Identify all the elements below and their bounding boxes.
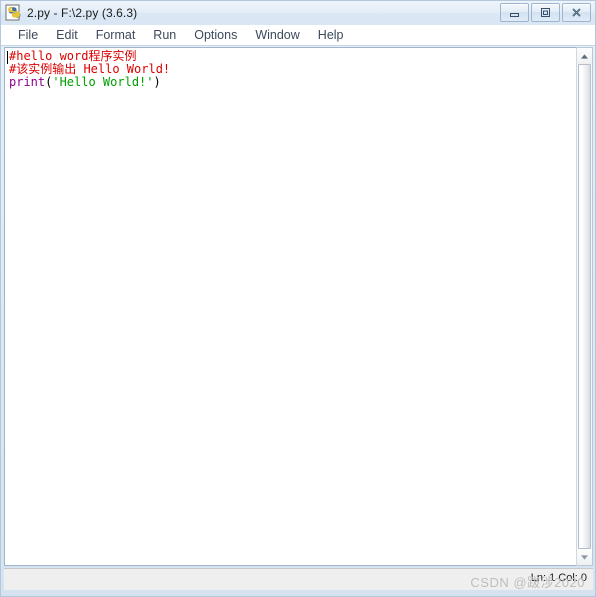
- maximize-icon: [541, 8, 550, 17]
- window-controls: [500, 3, 591, 22]
- menu-item-edit[interactable]: Edit: [47, 25, 87, 45]
- editor-frame: #hello word程序实例 #该实例输出 Hello World! prin…: [4, 47, 576, 566]
- scroll-down-icon: [581, 554, 588, 560]
- text-caret: [7, 51, 8, 64]
- code-text-area[interactable]: #hello word程序实例 #该实例输出 Hello World! prin…: [5, 48, 576, 565]
- close-icon: [572, 8, 581, 17]
- status-bar: Ln: 1 Col: 0 CSDN @跋涉2020: [4, 568, 593, 590]
- minimize-icon: [510, 13, 519, 17]
- code-token-plain: ): [153, 74, 161, 89]
- code-token-builtin: print: [9, 74, 46, 89]
- code-token-comment: #hello word程序实例: [9, 49, 137, 63]
- scroll-up-button[interactable]: [577, 48, 592, 64]
- menu-item-file[interactable]: File: [9, 25, 47, 45]
- code-token-comment: #该实例输出 Hello World!: [9, 61, 171, 76]
- maximize-button[interactable]: [531, 3, 560, 22]
- window-title: 2.py - F:\2.py (3.6.3): [27, 6, 138, 20]
- title-bar[interactable]: 2.py - F:\2.py (3.6.3): [1, 1, 595, 25]
- menu-item-format[interactable]: Format: [87, 25, 145, 45]
- source-code: #hello word程序实例 #该实例输出 Hello World! prin…: [6, 50, 576, 89]
- editor-region: #hello word程序实例 #该实例输出 Hello World! prin…: [1, 46, 595, 566]
- menu-item-window[interactable]: Window: [246, 25, 308, 45]
- scroll-up-icon: [581, 53, 588, 59]
- vertical-scrollbar[interactable]: [576, 47, 593, 566]
- scroll-down-button[interactable]: [577, 549, 592, 565]
- idle-editor-window: 2.py - F:\2.py (3.6.3) File Edit Format …: [0, 0, 596, 597]
- cursor-position-status: Ln: 1 Col: 0: [530, 572, 587, 584]
- scrollbar-track[interactable]: [577, 64, 592, 549]
- menu-item-run[interactable]: Run: [144, 25, 185, 45]
- code-token-string: 'Hello World!': [52, 74, 154, 89]
- close-button[interactable]: [562, 3, 591, 22]
- window-bottom-padding: [1, 590, 595, 596]
- scrollbar-thumb[interactable]: [578, 64, 591, 549]
- python-idle-icon: [5, 4, 23, 22]
- menu-bar: File Edit Format Run Options Window Help: [1, 25, 595, 46]
- minimize-button[interactable]: [500, 3, 529, 22]
- menu-item-help[interactable]: Help: [309, 25, 353, 45]
- menu-item-options[interactable]: Options: [185, 25, 246, 45]
